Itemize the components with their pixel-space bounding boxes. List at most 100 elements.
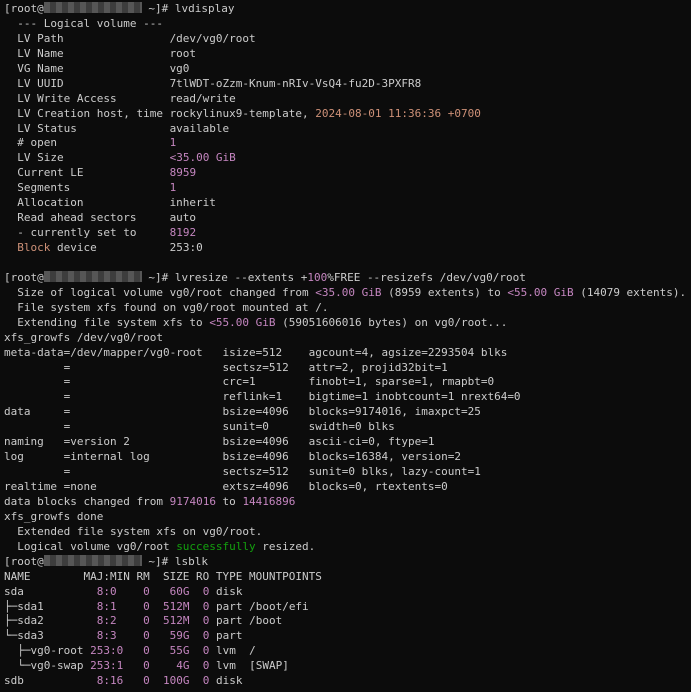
terminal-text: %FREE --resizefs /dev/vg0/root: [327, 270, 526, 284]
terminal-text: LV Name root: [4, 46, 197, 60]
terminal-text: data = bsize=4096 blocks=9174016, imaxpc…: [4, 405, 481, 419]
terminal-text: 8959: [169, 166, 197, 180]
terminal-line: = crc=1 finobt=1, sparse=1, rmapbt=0: [4, 375, 691, 390]
terminal-line: └─vg0-swap 253:1 0 4G 0 lvm [SWAP]: [4, 659, 691, 674]
terminal-text: (14079 extents).: [573, 285, 687, 299]
terminal-text: ├─sda2: [4, 614, 97, 628]
terminal-text: Allocation inherit: [4, 196, 216, 210]
terminal-text: 0: [143, 629, 150, 643]
redacted-hostname: [43, 554, 142, 566]
terminal-text: = sectsz=512 attr=2, projid32bit=1: [4, 360, 448, 374]
terminal-line: = reflink=1 bigtime=1 inobtcount=1 nrext…: [4, 390, 691, 405]
terminal-text: ~]# lsblk: [141, 554, 208, 568]
terminal-line: Read ahead sectors auto: [4, 211, 691, 226]
terminal-line: └─sda3 8:3 0 59G 0 part: [4, 629, 691, 644]
terminal-text: 512M: [162, 599, 190, 613]
terminal-text: sda: [4, 584, 97, 598]
terminal-line: meta-data=/dev/mapper/vg0-root isize=512…: [4, 346, 691, 361]
terminal-line: LV Path /dev/vg0/root: [4, 32, 691, 47]
terminal-line: LV Name root: [4, 47, 691, 62]
terminal-line: VG Name vg0: [4, 62, 691, 77]
terminal-line: data = bsize=4096 blocks=9174016, imaxpc…: [4, 405, 691, 420]
terminal-text: 1: [169, 181, 177, 195]
terminal-text: 0: [143, 599, 150, 613]
terminal-text: [root@: [4, 554, 44, 568]
terminal-text: 0: [143, 584, 150, 598]
terminal-line: sda 8:0 0 60G 0 disk: [4, 585, 691, 600]
terminal-text: sdb: [4, 674, 97, 688]
terminal-text: VG Name vg0: [4, 61, 190, 75]
terminal-text: part /boot/efi: [209, 599, 309, 613]
terminal-text: 0: [143, 674, 150, 688]
terminal-text: <55.00 GiB: [507, 285, 574, 299]
terminal-text: 9174016: [169, 494, 216, 508]
terminal-text: Block: [17, 241, 51, 254]
terminal-text: (59051606016 bytes) on vg0/root...: [275, 315, 508, 329]
terminal-line: ├─vg0-root 253:0 0 55G 0 lvm /: [4, 644, 691, 659]
terminal-line: LV Status available: [4, 122, 691, 137]
terminal-text: LV Status available: [4, 121, 230, 135]
terminal-text: 100G: [162, 674, 190, 688]
terminal-text: 4G: [176, 659, 190, 673]
terminal-text: xfs_growfs done: [4, 509, 104, 523]
terminal-text: 8192: [169, 226, 197, 240]
terminal-line: NAME MAJ:MIN RM SIZE RO TYPE MOUNTPOINTS: [4, 570, 691, 585]
terminal-line: LV Creation host, time rockylinux9-templ…: [4, 107, 691, 122]
terminal-text: Current LE: [4, 166, 170, 180]
terminal-line: log =internal log bsize=4096 blocks=1638…: [4, 450, 691, 465]
terminal-text: 512M: [162, 614, 190, 628]
terminal-line: [root@ ~]# lsblk: [4, 554, 691, 570]
terminal-text: realtime =none extsz=4096 blocks=0, rtex…: [4, 480, 448, 493]
terminal-line: LV Size <35.00 GiB: [4, 151, 691, 166]
terminal-line: = sectsz=512 attr=2, projid32bit=1: [4, 361, 691, 376]
terminal-text: 0: [143, 614, 150, 628]
terminal-text: successfully: [176, 539, 256, 553]
terminal-text: ├─sda1: [4, 599, 97, 613]
terminal-text: to: [215, 494, 243, 508]
terminal-line: Extending file system xfs to <55.00 GiB …: [4, 316, 691, 331]
terminal-line: xfs_growfs done: [4, 510, 691, 525]
terminal-text: 8:16: [96, 674, 124, 688]
terminal-text: LV Creation host, time rockylinux9-templ…: [4, 106, 316, 120]
terminal-line: xfs_growfs /dev/vg0/root: [4, 331, 691, 346]
terminal-text: Logical volume vg0/root: [4, 539, 177, 553]
terminal-line: - currently set to 8192: [4, 226, 691, 241]
terminal-line: Extended file system xfs on vg0/root.: [4, 525, 691, 540]
terminal-text: LV UUID 7tlWDT-oZzm-Knum-nRIv-VsQ4-fu2D-…: [4, 76, 422, 90]
terminal-text: ~]# lvdisplay: [141, 2, 235, 15]
terminal-text: Extended file system xfs on vg0/root.: [4, 524, 263, 538]
terminal-text: = sunit=0 swidth=0 blks: [4, 420, 395, 434]
terminal-text: LV Path /dev/vg0/root: [4, 31, 256, 45]
terminal-text: - currently set to: [4, 226, 170, 240]
redacted-hostname: [43, 270, 142, 282]
terminal-line: sdb 8:16 0 100G 0 disk: [4, 674, 691, 689]
terminal-line: ├─sda2 8:2 0 512M 0 part /boot: [4, 614, 691, 629]
terminal-text: Extending file system xfs to: [4, 315, 210, 329]
terminal-line: Block device 253:0: [4, 241, 691, 256]
terminal-line: File system xfs found on vg0/root mounte…: [4, 301, 691, 316]
terminal-line: = sectsz=512 sunit=0 blks, lazy-count=1: [4, 465, 691, 480]
terminal-text: part /boot: [209, 614, 283, 628]
terminal-line: [root@ ~]# lvdisplay: [4, 2, 691, 17]
terminal-text: 0: [143, 659, 150, 673]
terminal-text: (8959 extents) to: [381, 285, 508, 299]
terminal-text: 2024-08-01 11:36:36 +0700: [315, 106, 481, 120]
terminal-window[interactable]: [root@ ~]# lvdisplay --- Logical volume …: [0, 0, 691, 692]
terminal-text: └─vg0-swap: [4, 659, 91, 673]
